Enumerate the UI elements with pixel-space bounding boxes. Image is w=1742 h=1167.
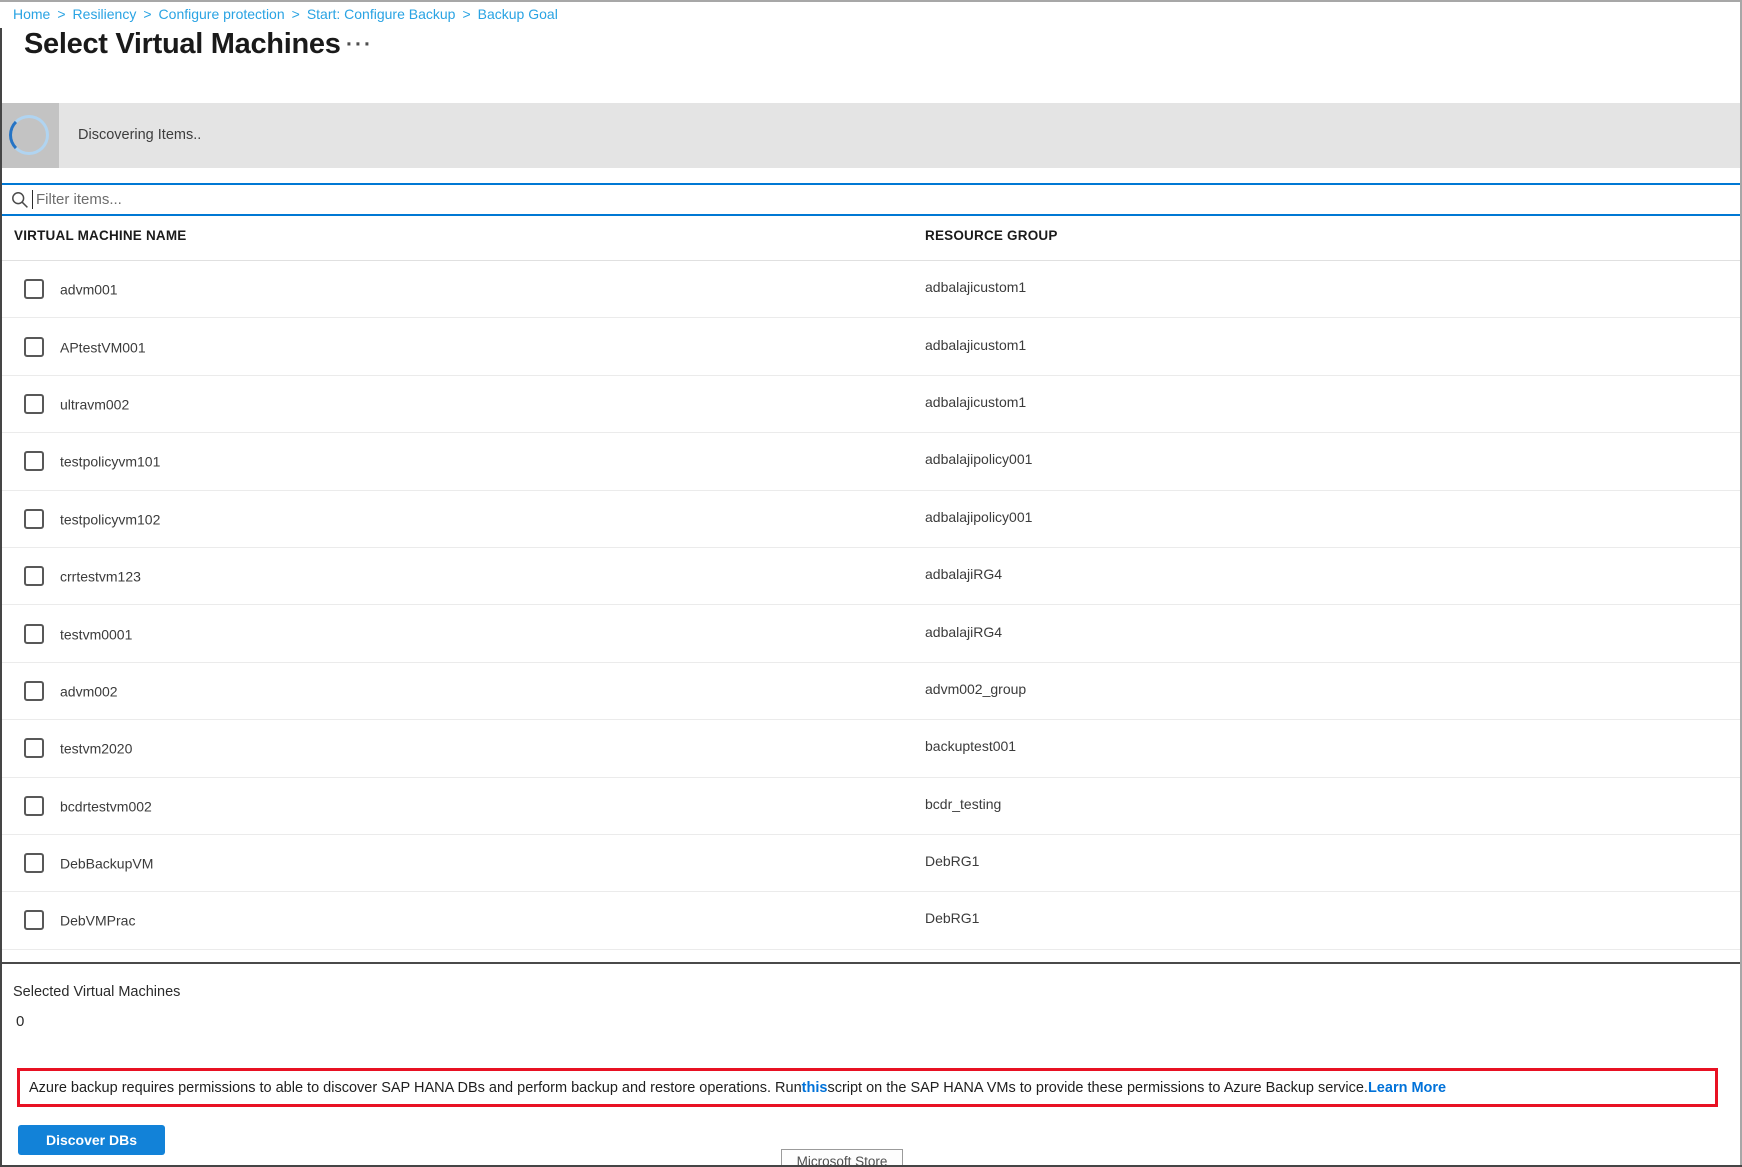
table-header: VIRTUAL MACHINE NAME RESOURCE GROUP — [0, 216, 1742, 261]
vm-name: crrtestvm123 — [60, 569, 141, 585]
vm-checkbox[interactable] — [24, 451, 44, 471]
page-title: Select Virtual Machines — [24, 28, 341, 61]
resource-group: advm002_group — [925, 681, 1026, 697]
vm-name: DebBackupVM — [60, 856, 153, 872]
breadcrumb-separator: > — [292, 6, 300, 22]
select-virtual-machines-blade: Home > Resiliency > Configure protection > Sta… — [0, 0, 1742, 1167]
table-row[interactable]: testpolicyvm102 adbalajipolicy001 — [0, 491, 1742, 548]
resource-group: adbalajiRG4 — [925, 566, 1002, 582]
frame-border-top — [0, 0, 1742, 2]
vm-checkbox[interactable] — [24, 279, 44, 299]
this-script-link[interactable]: this — [802, 1080, 828, 1096]
text-caret — [32, 190, 33, 209]
table-row[interactable]: APtestVM001 adbalajicustom1 — [0, 318, 1742, 375]
table-row[interactable]: crrtestvm123 adbalajiRG4 — [0, 548, 1742, 605]
resource-group: adbalajiRG4 — [925, 624, 1002, 640]
resource-group: backuptest001 — [925, 738, 1016, 754]
table-row[interactable]: testvm0001 adbalajiRG4 — [0, 605, 1742, 662]
vm-name: ultravm002 — [60, 397, 129, 413]
vm-name: advm002 — [60, 684, 118, 700]
vm-name: testvm0001 — [60, 626, 132, 642]
discovery-banner: Discovering Items.. — [0, 103, 1742, 168]
filter-box — [0, 183, 1742, 216]
permissions-notice: Azure backup requires permissions to abl… — [17, 1068, 1718, 1107]
learn-more-link[interactable]: Learn More — [1368, 1080, 1446, 1096]
resource-group: adbalajipolicy001 — [925, 451, 1032, 467]
resource-group: bcdr_testing — [925, 796, 1001, 812]
resource-group: DebRG1 — [925, 853, 979, 869]
table-row[interactable]: advm001 adbalajicustom1 — [0, 261, 1742, 318]
notice-text-2: script on the SAP HANA VMs to provide th… — [827, 1080, 1368, 1096]
breadcrumb-link-0[interactable]: Home — [13, 6, 50, 22]
column-header-vm-name: VIRTUAL MACHINE NAME — [14, 228, 187, 243]
vm-name: testpolicyvm101 — [60, 454, 160, 470]
vm-name: bcdrtestvm002 — [60, 798, 152, 814]
vm-checkbox[interactable] — [24, 624, 44, 644]
resource-group: adbalajipolicy001 — [925, 509, 1032, 525]
vm-checkbox[interactable] — [24, 738, 44, 758]
table-row[interactable]: DebVMPrac DebRG1 — [0, 892, 1742, 949]
breadcrumb-link-3[interactable]: Start: Configure Backup — [307, 6, 456, 22]
vm-name: advm001 — [60, 282, 118, 298]
vm-name: APtestVM001 — [60, 339, 146, 355]
search-icon — [11, 191, 29, 209]
resource-group: adbalajicustom1 — [925, 279, 1026, 295]
table-row[interactable]: advm002 advm002_group — [0, 663, 1742, 720]
vm-checkbox[interactable] — [24, 681, 44, 701]
breadcrumb: Home > Resiliency > Configure protection > Sta… — [13, 6, 558, 22]
breadcrumb-link-2[interactable]: Configure protection — [159, 6, 285, 22]
discover-dbs-button[interactable]: Discover DBs — [18, 1125, 165, 1155]
table-row[interactable]: testpolicyvm101 adbalajipolicy001 — [0, 433, 1742, 490]
breadcrumb-link-1[interactable]: Resiliency — [73, 6, 137, 22]
spinner-container — [0, 103, 59, 168]
vm-name: testvm2020 — [60, 741, 132, 757]
table-row[interactable]: ultravm002 adbalajicustom1 — [0, 376, 1742, 433]
breadcrumb-separator: > — [57, 6, 65, 22]
breadcrumb-separator: > — [143, 6, 151, 22]
resource-group: adbalajicustom1 — [925, 394, 1026, 410]
vm-table-body: advm001 adbalajicustom1 APtestVM001 adba… — [0, 261, 1742, 950]
section-divider — [0, 962, 1742, 964]
table-row[interactable]: bcdrtestvm002 bcdr_testing — [0, 778, 1742, 835]
table-row[interactable]: testvm2020 backuptest001 — [0, 720, 1742, 777]
discovery-status-text: Discovering Items.. — [78, 103, 201, 168]
resource-group: DebRG1 — [925, 911, 979, 927]
vm-checkbox[interactable] — [24, 566, 44, 586]
resource-group: adbalajicustom1 — [925, 337, 1026, 353]
column-header-resource-group: RESOURCE GROUP — [925, 228, 1058, 243]
vm-name: testpolicyvm102 — [60, 511, 160, 527]
breadcrumb-link-4[interactable]: Backup Goal — [478, 6, 558, 22]
selected-vms-count: 0 — [16, 1013, 24, 1030]
vm-checkbox[interactable] — [24, 910, 44, 930]
filter-input[interactable] — [36, 186, 936, 213]
vm-checkbox[interactable] — [24, 394, 44, 414]
vm-checkbox[interactable] — [24, 337, 44, 357]
vm-checkbox[interactable] — [24, 853, 44, 873]
vm-checkbox[interactable] — [24, 509, 44, 529]
selected-vms-label: Selected Virtual Machines — [13, 984, 180, 1000]
vm-name: DebVMPrac — [60, 913, 135, 929]
table-row[interactable]: DebBackupVM DebRG1 — [0, 835, 1742, 892]
progress-spinner-icon — [9, 115, 49, 155]
breadcrumb-separator: > — [462, 6, 470, 22]
frame-border-left — [0, 28, 2, 1167]
ellipsis-menu-icon[interactable]: ··· — [346, 33, 373, 57]
vm-checkbox[interactable] — [24, 796, 44, 816]
notice-text-1: Azure backup requires permissions to abl… — [29, 1080, 802, 1096]
